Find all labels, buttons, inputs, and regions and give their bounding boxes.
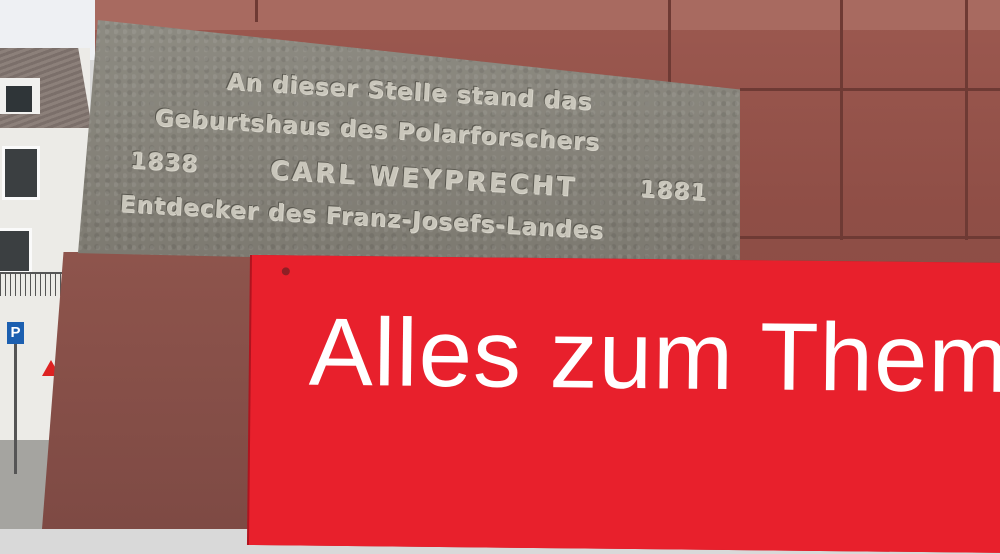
balcony-railing <box>0 272 70 296</box>
wall-seam <box>740 88 1000 91</box>
banner-text: Alles zum Thema <box>308 298 1000 414</box>
screw-icon <box>281 267 290 276</box>
wall-seam <box>965 0 968 240</box>
wall-lower-block <box>42 252 257 529</box>
building-window <box>2 146 40 200</box>
birth-year: 1838 <box>129 147 199 178</box>
red-banner: Alles zum Thema <box>248 255 1000 553</box>
sign-post <box>14 344 17 474</box>
parking-sign-icon: P <box>7 322 24 344</box>
wall-seam <box>840 0 843 240</box>
dormer-window <box>6 86 32 112</box>
death-year: 1881 <box>638 176 709 207</box>
building-window <box>0 228 32 274</box>
explorer-name: CARL WEYPRECHT <box>269 155 578 203</box>
wall-seam <box>740 236 1000 239</box>
wall-seam <box>668 0 671 88</box>
wall-seam <box>255 0 258 22</box>
inscription-line-3: 1838 CARL WEYPRECHT 1881 <box>129 147 710 206</box>
wall-upper-band <box>95 0 1000 30</box>
inscription-line-2: Geburtshaus des Polarforschers <box>154 105 601 157</box>
